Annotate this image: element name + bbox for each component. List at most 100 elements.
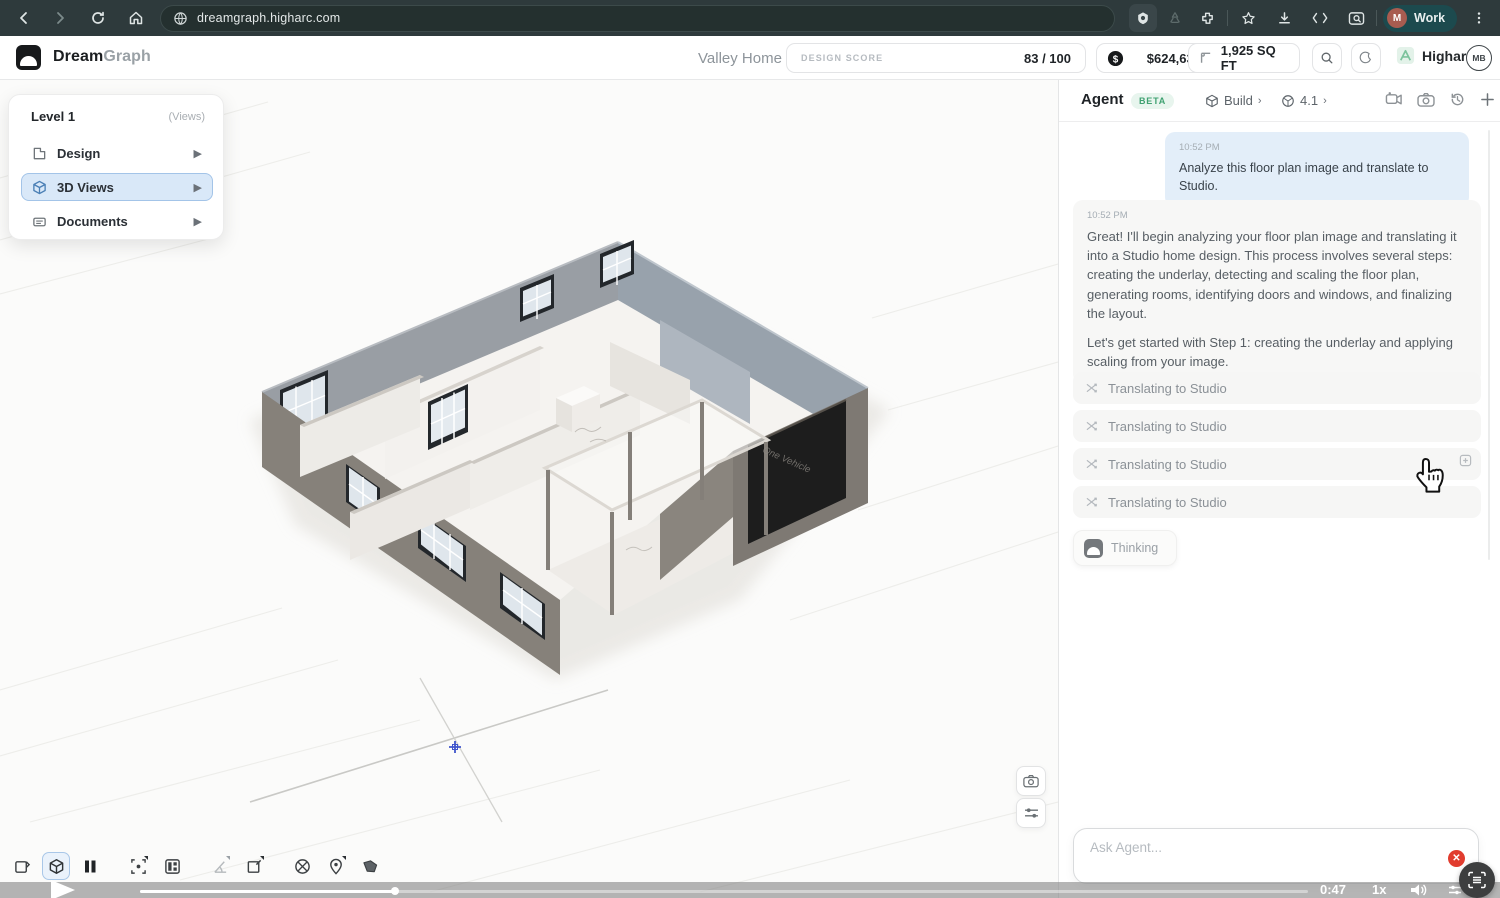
design-icon [32, 146, 47, 161]
layout-tool-button[interactable] [158, 852, 186, 880]
sidebar-item-3d-views[interactable]: 3D Views ▶ [21, 173, 213, 201]
video-player-bar: 0:47 1x [0, 882, 1500, 898]
2d-plan-button[interactable] [8, 852, 36, 880]
devtools-button[interactable] [1306, 4, 1334, 32]
extensions-button[interactable] [1193, 4, 1221, 32]
user-avatar[interactable]: MB [1466, 45, 1492, 71]
agent-message-paragraph: Let's get started with Step 1: creating … [1087, 333, 1467, 371]
agent-header-actions [1385, 91, 1495, 108]
progress-knob[interactable] [391, 887, 399, 895]
documents-icon [32, 214, 47, 229]
record-indicator[interactable]: ✕ [1448, 850, 1465, 867]
plus-icon[interactable] [1480, 92, 1495, 107]
tag-tool-button[interactable] [356, 852, 384, 880]
org-badge[interactable]: Higharc [1396, 46, 1474, 65]
extensions-puzzle-icon [1200, 11, 1215, 26]
area-draw-button[interactable] [240, 852, 268, 880]
url-text: dreamgraph.higharc.com [197, 11, 340, 25]
recycle-icon [1168, 11, 1182, 25]
back-icon[interactable] [10, 4, 38, 32]
tab-search-button[interactable] [1342, 4, 1370, 32]
app-header: DreamGraph Valley Home DESIGN SCORE 83 /… [0, 36, 1500, 80]
task-label: Translating to Studio [1108, 495, 1227, 510]
star-icon [1241, 11, 1256, 26]
chevron-right-icon: › [1258, 95, 1262, 107]
project-name: Valley Home [698, 50, 782, 67]
version-selector[interactable]: 4.1 › [1281, 93, 1327, 108]
task-label: Translating to Studio [1108, 457, 1227, 472]
history-icon[interactable] [1449, 91, 1466, 108]
section-button[interactable] [76, 852, 104, 880]
search-icon [1320, 51, 1334, 65]
transform-tool-button[interactable] [124, 852, 152, 880]
user-message-text: Analyze this floor plan image and transl… [1179, 159, 1455, 195]
camera-icon [1023, 774, 1039, 788]
home-icon[interactable] [122, 4, 150, 32]
scrollbar[interactable] [1488, 130, 1490, 560]
beta-badge: BETA [1131, 93, 1174, 109]
refresh-icon[interactable] [84, 4, 112, 32]
angle-tool-button[interactable] [206, 852, 234, 880]
forward-icon[interactable] [46, 4, 74, 32]
kebab-menu-icon [1472, 11, 1486, 25]
svg-text:$: $ [1113, 54, 1119, 65]
sidebar-item-documents[interactable]: Documents ▶ [21, 207, 213, 235]
compass-button[interactable] [288, 852, 316, 880]
password-extension-icon[interactable] [1129, 4, 1157, 32]
url-bar[interactable]: dreamgraph.higharc.com [160, 5, 1115, 32]
scan-icon [1468, 871, 1486, 889]
snapshot-button[interactable] [1016, 766, 1046, 796]
pin-icon [328, 858, 344, 875]
divider [1376, 10, 1377, 26]
playback-speed[interactable]: 1x [1372, 882, 1386, 898]
sidebar-item-design[interactable]: Design ▶ [21, 139, 213, 167]
play-icon[interactable] [48, 879, 78, 898]
theme-button[interactable] [1351, 43, 1381, 73]
chevron-right-icon: ▶ [194, 215, 202, 228]
sphere-icon [1281, 94, 1295, 108]
shuffle-icon [1086, 382, 1099, 394]
build-selector[interactable]: Build › [1205, 93, 1262, 108]
pin-tool-button[interactable] [322, 852, 350, 880]
downloads-button[interactable] [1270, 4, 1298, 32]
cursor-pointer [1413, 456, 1447, 496]
route-icon[interactable] [1385, 91, 1403, 108]
divider [1059, 121, 1500, 122]
browser-profile-button[interactable]: M Work [1383, 5, 1457, 32]
flip-plan-icon [14, 858, 31, 875]
shuffle-icon [1086, 458, 1099, 470]
area-draw-icon [246, 858, 263, 875]
chevron-right-icon: › [1323, 95, 1327, 107]
crescent-icon [1359, 51, 1373, 65]
camera-icon[interactable] [1417, 92, 1435, 107]
search-button[interactable] [1312, 43, 1342, 73]
profile-avatar: M [1387, 8, 1407, 28]
scan-button[interactable] [1459, 862, 1495, 898]
browser-menu-button[interactable] [1465, 4, 1493, 32]
cube-3d-icon [48, 858, 65, 875]
task-row[interactable]: Translating to Studio [1073, 372, 1481, 404]
dreamgraph-logo-icon [16, 45, 41, 70]
area-pill[interactable]: 1,925 SQ FT [1188, 43, 1300, 73]
brand-light: Graph [103, 48, 151, 65]
chevron-right-icon: ▶ [194, 181, 202, 194]
dollar-icon: $ [1107, 50, 1124, 67]
section-bars-icon [83, 859, 97, 874]
design-score-pill[interactable]: DESIGN SCORE 83 / 100 [786, 43, 1086, 73]
globe-icon [173, 11, 188, 26]
volume-icon[interactable] [1410, 883, 1430, 897]
disabled-extension-icon[interactable] [1161, 4, 1189, 32]
divider [1227, 10, 1228, 26]
tab-search-icon [1348, 11, 1365, 26]
view-settings-button[interactable] [1016, 798, 1046, 828]
thinking-label: Thinking [1111, 541, 1158, 555]
ask-agent-box: ✕ [1073, 828, 1479, 884]
ask-agent-input[interactable] [1088, 839, 1418, 856]
version-label: 4.1 [1300, 93, 1318, 108]
cube-icon [1205, 94, 1219, 108]
3d-view-button[interactable] [42, 852, 70, 880]
expand-icon[interactable] [1459, 454, 1472, 467]
back-arrow-icon [16, 10, 32, 26]
task-row[interactable]: Translating to Studio [1073, 410, 1481, 442]
bookmark-button[interactable] [1234, 4, 1262, 32]
